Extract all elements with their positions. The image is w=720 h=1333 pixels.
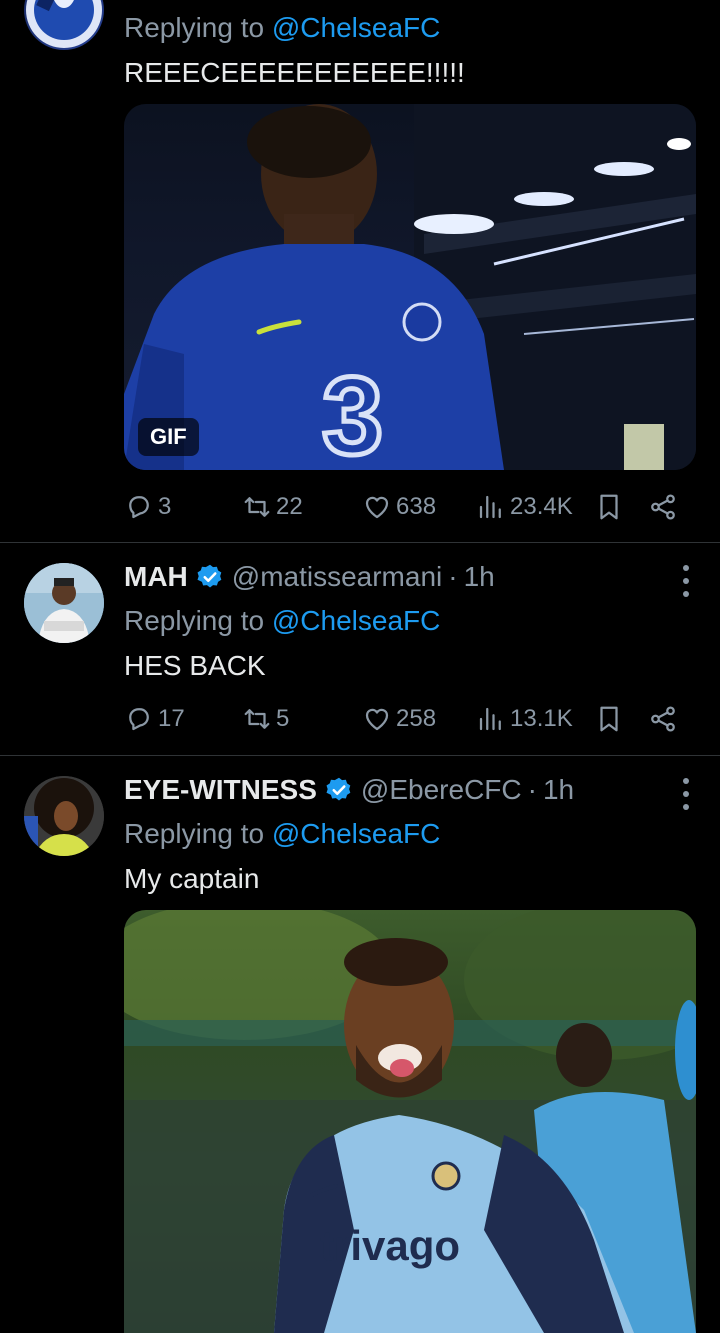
mention-link[interactable]: @ChelseaFC xyxy=(272,818,440,849)
sponsor-logo: trivago xyxy=(320,1222,460,1269)
timestamp[interactable]: 1h xyxy=(464,561,495,593)
views-button[interactable]: 13.1K xyxy=(476,699,573,739)
bookmark-button[interactable] xyxy=(594,487,628,527)
reply-button[interactable]: 17 xyxy=(124,699,185,739)
avatar[interactable] xyxy=(24,0,104,50)
views-icon xyxy=(476,492,506,522)
reply-icon xyxy=(124,492,154,522)
tweet-header: EYE-WITNESS @EbereCFC · 1h xyxy=(124,772,696,808)
retweet-button[interactable]: 5 xyxy=(242,699,289,739)
gif-badge: GIF xyxy=(138,418,199,456)
retweet-icon xyxy=(242,492,272,522)
share-button[interactable] xyxy=(648,699,682,739)
photo-image: trivago xyxy=(124,910,696,1333)
views-button[interactable]: 23.4K xyxy=(476,487,573,527)
tweet-3[interactable]: EYE-WITNESS @EbereCFC · 1h Replying to @… xyxy=(0,756,720,1333)
tweet-gif[interactable]: 3 GIF xyxy=(124,104,696,470)
tweet-image[interactable]: trivago xyxy=(124,910,696,1333)
mention-link[interactable]: @ChelseaFC xyxy=(272,605,440,636)
tweet-text: HES BACK xyxy=(124,650,266,681)
share-icon xyxy=(648,704,678,734)
mention-link[interactable]: @ChelseaFC xyxy=(272,12,440,43)
svg-text:3: 3 xyxy=(322,355,383,470)
like-icon xyxy=(362,492,392,522)
person-avatar-icon xyxy=(24,563,104,643)
verified-icon xyxy=(196,563,224,591)
user-handle[interactable]: @EbereCFC xyxy=(361,774,522,806)
user-handle[interactable]: @matissearmani xyxy=(232,561,442,593)
avatar[interactable] xyxy=(24,563,104,643)
share-button[interactable] xyxy=(648,487,682,527)
separator-dot: · xyxy=(448,561,458,592)
avatar[interactable] xyxy=(24,776,104,856)
like-icon xyxy=(362,704,392,734)
replying-to: Replying to @ChelseaFC xyxy=(124,818,441,849)
views-icon xyxy=(476,704,506,734)
retweet-button[interactable]: 22 xyxy=(242,487,303,527)
tweet-actions: 17 5 258 13.1K xyxy=(124,699,684,739)
reply-button[interactable]: 3 xyxy=(124,487,171,527)
like-button[interactable]: 638 xyxy=(362,487,436,527)
more-icon[interactable] xyxy=(682,565,690,597)
like-button[interactable]: 258 xyxy=(362,699,436,739)
display-name[interactable]: EYE-WITNESS xyxy=(124,774,317,806)
tweet-actions: 3 22 638 23.4K xyxy=(124,487,684,527)
tweet-1[interactable]: Replying to @ChelseaFC REEECEEEEEEEEEEE!… xyxy=(0,0,720,542)
bookmark-button[interactable] xyxy=(594,699,628,739)
replying-to: Replying to @ChelseaFC xyxy=(124,605,441,636)
tweet-header: MAH @matissearmani · 1h xyxy=(124,559,696,595)
person-avatar-icon xyxy=(24,776,104,856)
timestamp[interactable]: 1h xyxy=(543,774,574,806)
gif-image: 3 xyxy=(124,104,696,470)
bookmark-icon xyxy=(594,704,624,734)
replying-to: Replying to @ChelseaFC xyxy=(124,12,441,43)
verified-icon xyxy=(325,776,353,804)
separator-dot: · xyxy=(527,774,537,805)
bookmark-icon xyxy=(594,492,624,522)
tweet-text: My captain xyxy=(124,863,260,894)
reply-icon xyxy=(124,704,154,734)
chelsea-crest-icon xyxy=(26,0,102,48)
display-name[interactable]: MAH xyxy=(124,561,188,593)
share-icon xyxy=(648,492,678,522)
retweet-icon xyxy=(242,704,272,734)
more-icon[interactable] xyxy=(682,778,690,810)
tweet-text: REEECEEEEEEEEEEE!!!!! xyxy=(124,57,465,88)
tweet-2[interactable]: MAH @matissearmani · 1h Replying to @Che… xyxy=(0,543,720,754)
